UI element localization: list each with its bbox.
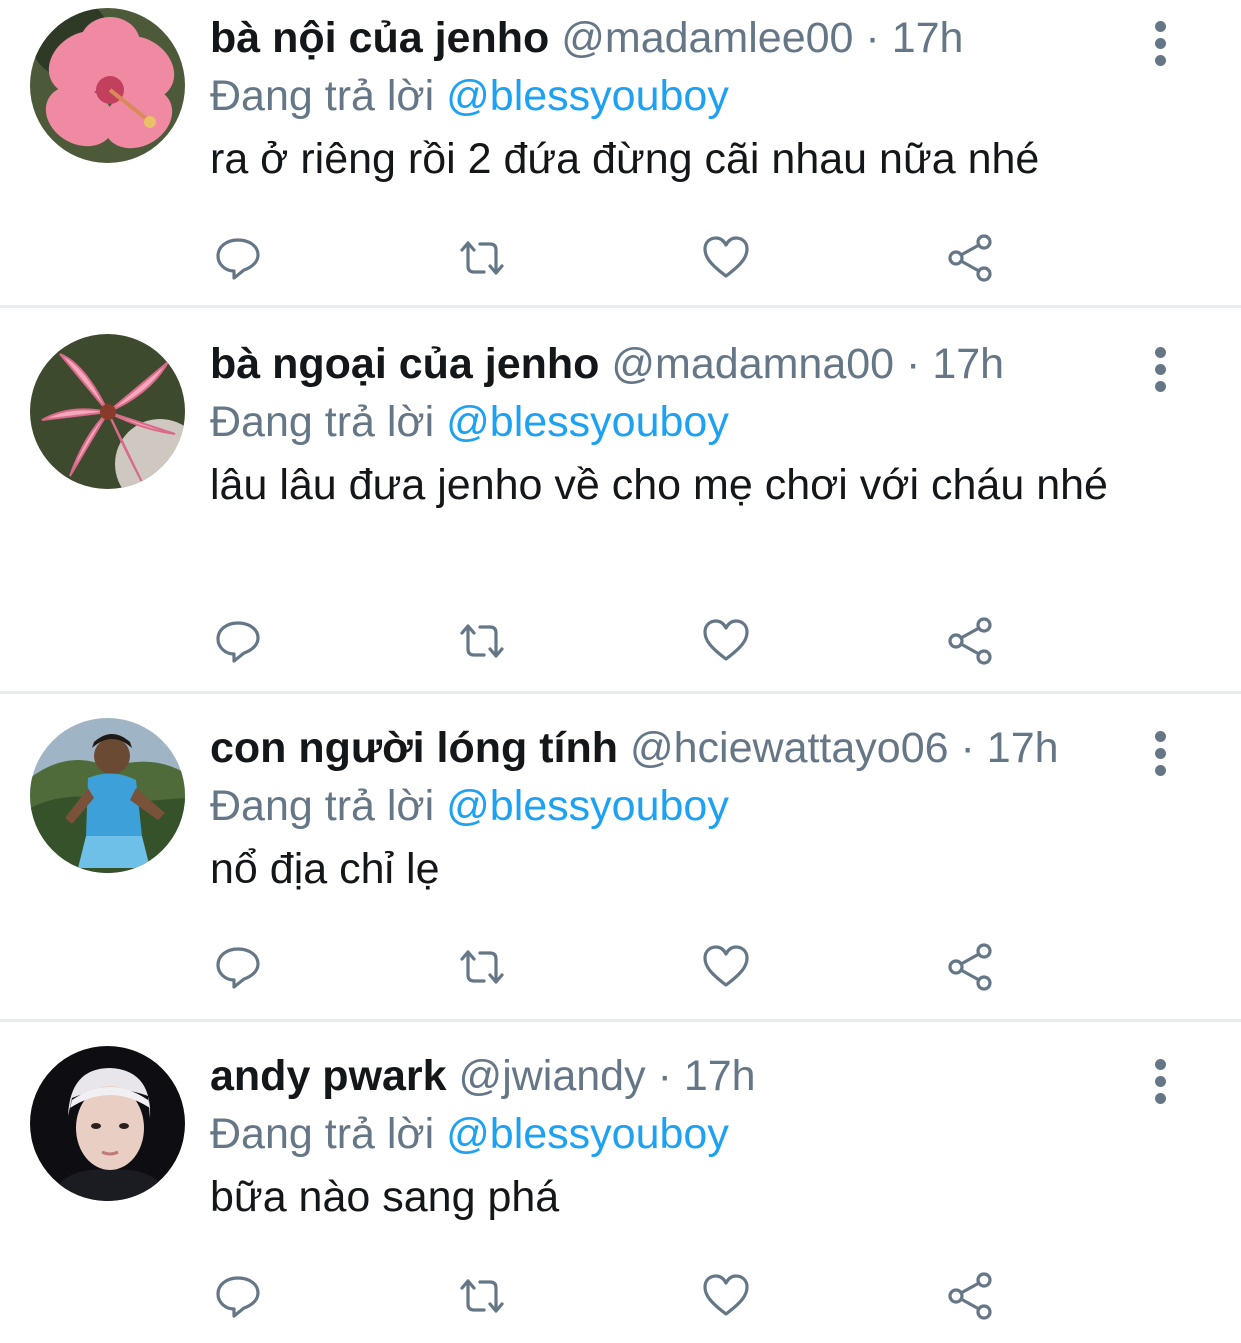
share-button[interactable] <box>942 1268 998 1324</box>
action-bar <box>210 939 1010 995</box>
like-button[interactable] <box>698 939 754 995</box>
reply-context: Đang trả lời @blessyouboy <box>210 68 1121 124</box>
like-icon <box>703 619 749 661</box>
avatar[interactable] <box>30 334 185 489</box>
reply-mention-link[interactable]: @blessyouboy <box>446 1110 729 1158</box>
timestamp[interactable]: 17h <box>892 14 964 62</box>
retweet-button[interactable] <box>454 613 510 669</box>
retweet-button[interactable] <box>454 1268 510 1324</box>
like-icon <box>703 236 749 278</box>
retweet-icon <box>460 1279 504 1313</box>
tweet-text: lâu lâu đưa jenho về cho mẹ chơi với chá… <box>210 461 1108 509</box>
display-name[interactable]: con người lóng tính <box>210 724 618 772</box>
reply-button[interactable] <box>210 939 266 995</box>
action-bar <box>210 230 1010 286</box>
display-name[interactable]: andy pwark <box>210 1052 447 1100</box>
tweet-text: bữa nào sang phá <box>210 1173 560 1221</box>
display-name[interactable]: bà nội của jenho <box>210 14 549 62</box>
reply-context: Đang trả lời @blessyouboy <box>210 778 1121 834</box>
user-handle[interactable]: @madamlee00 <box>561 14 853 62</box>
more-options-icon[interactable] <box>1150 18 1170 69</box>
user-handle[interactable]: @jwiandy <box>459 1052 646 1100</box>
tweet[interactable]: bà nội của jenho @madamlee00 · 17h Đang … <box>0 0 1241 308</box>
meta-separator: · <box>960 724 975 772</box>
tweet-header: bà ngoại của jenho @madamna00 · 17h <box>210 336 1121 392</box>
like-icon <box>703 945 749 987</box>
tweet-header: andy pwark @jwiandy · 17h <box>210 1048 1121 1104</box>
user-handle[interactable]: @madamna00 <box>611 340 894 388</box>
tweet-header: bà nội của jenho @madamlee00 · 17h <box>210 10 1121 66</box>
reply-mention-link[interactable]: @blessyouboy <box>446 782 729 830</box>
meta-separator: · <box>906 340 921 388</box>
retweet-icon <box>460 624 504 658</box>
reply-prefix: Đang trả lời <box>210 782 435 830</box>
more-options-icon[interactable] <box>1150 1056 1170 1107</box>
reply-icon <box>216 947 260 989</box>
avatar[interactable] <box>30 1046 185 1201</box>
retweet-button[interactable] <box>454 939 510 995</box>
more-options-icon[interactable] <box>1150 344 1170 395</box>
like-button[interactable] <box>698 613 754 669</box>
reply-mention-link[interactable]: @blessyouboy <box>446 72 729 120</box>
share-icon <box>948 617 992 665</box>
like-button[interactable] <box>698 230 754 286</box>
more-options-icon[interactable] <box>1150 728 1170 779</box>
reply-icon <box>216 1276 260 1318</box>
like-icon <box>703 1274 749 1316</box>
share-icon <box>948 1272 992 1320</box>
share-button[interactable] <box>942 613 998 669</box>
action-bar <box>210 1268 1010 1324</box>
reply-icon <box>216 621 260 663</box>
action-bar <box>210 613 1010 669</box>
retweet-icon <box>460 950 504 984</box>
reply-button[interactable] <box>210 1268 266 1324</box>
tweet[interactable]: bà ngoại của jenho @madamna00 · 17h Đang… <box>0 308 1241 694</box>
timestamp[interactable]: 17h <box>932 340 1004 388</box>
reply-feed: bà nội của jenho @madamlee00 · 17h Đang … <box>0 0 1241 1343</box>
avatar[interactable] <box>30 718 185 873</box>
tweet[interactable]: andy pwark @jwiandy · 17h Đang trả lời @… <box>0 1022 1241 1343</box>
share-button[interactable] <box>942 939 998 995</box>
reply-prefix: Đang trả lời <box>210 72 435 120</box>
meta-separator: · <box>657 1052 672 1100</box>
reply-prefix: Đang trả lời <box>210 398 435 446</box>
user-handle[interactable]: @hciewattayo06 <box>630 724 949 772</box>
reply-mention-link[interactable]: @blessyouboy <box>446 398 729 446</box>
tweet[interactable]: con người lóng tính @hciewattayo06 · 17h… <box>0 694 1241 1022</box>
reply-icon <box>216 238 260 280</box>
display-name[interactable]: bà ngoại của jenho <box>210 340 599 388</box>
share-icon <box>948 234 992 282</box>
reply-prefix: Đang trả lời <box>210 1110 435 1158</box>
avatar[interactable] <box>30 8 185 163</box>
reply-button[interactable] <box>210 613 266 669</box>
retweet-icon <box>460 241 504 275</box>
share-icon <box>948 943 992 991</box>
reply-button[interactable] <box>210 230 266 286</box>
reply-context: Đang trả lời @blessyouboy <box>210 394 1121 450</box>
reply-context: Đang trả lời @blessyouboy <box>210 1106 1121 1162</box>
timestamp[interactable]: 17h <box>987 724 1059 772</box>
tweet-text: nổ địa chỉ lẹ <box>210 845 440 893</box>
retweet-button[interactable] <box>454 230 510 286</box>
tweet-header: con người lóng tính @hciewattayo06 · 17h <box>210 720 1121 776</box>
share-button[interactable] <box>942 230 998 286</box>
tweet-text: ra ở riêng rồi 2 đứa đừng cãi nhau nữa n… <box>210 135 1040 183</box>
timestamp[interactable]: 17h <box>684 1052 756 1100</box>
like-button[interactable] <box>698 1268 754 1324</box>
meta-separator: · <box>865 14 880 62</box>
